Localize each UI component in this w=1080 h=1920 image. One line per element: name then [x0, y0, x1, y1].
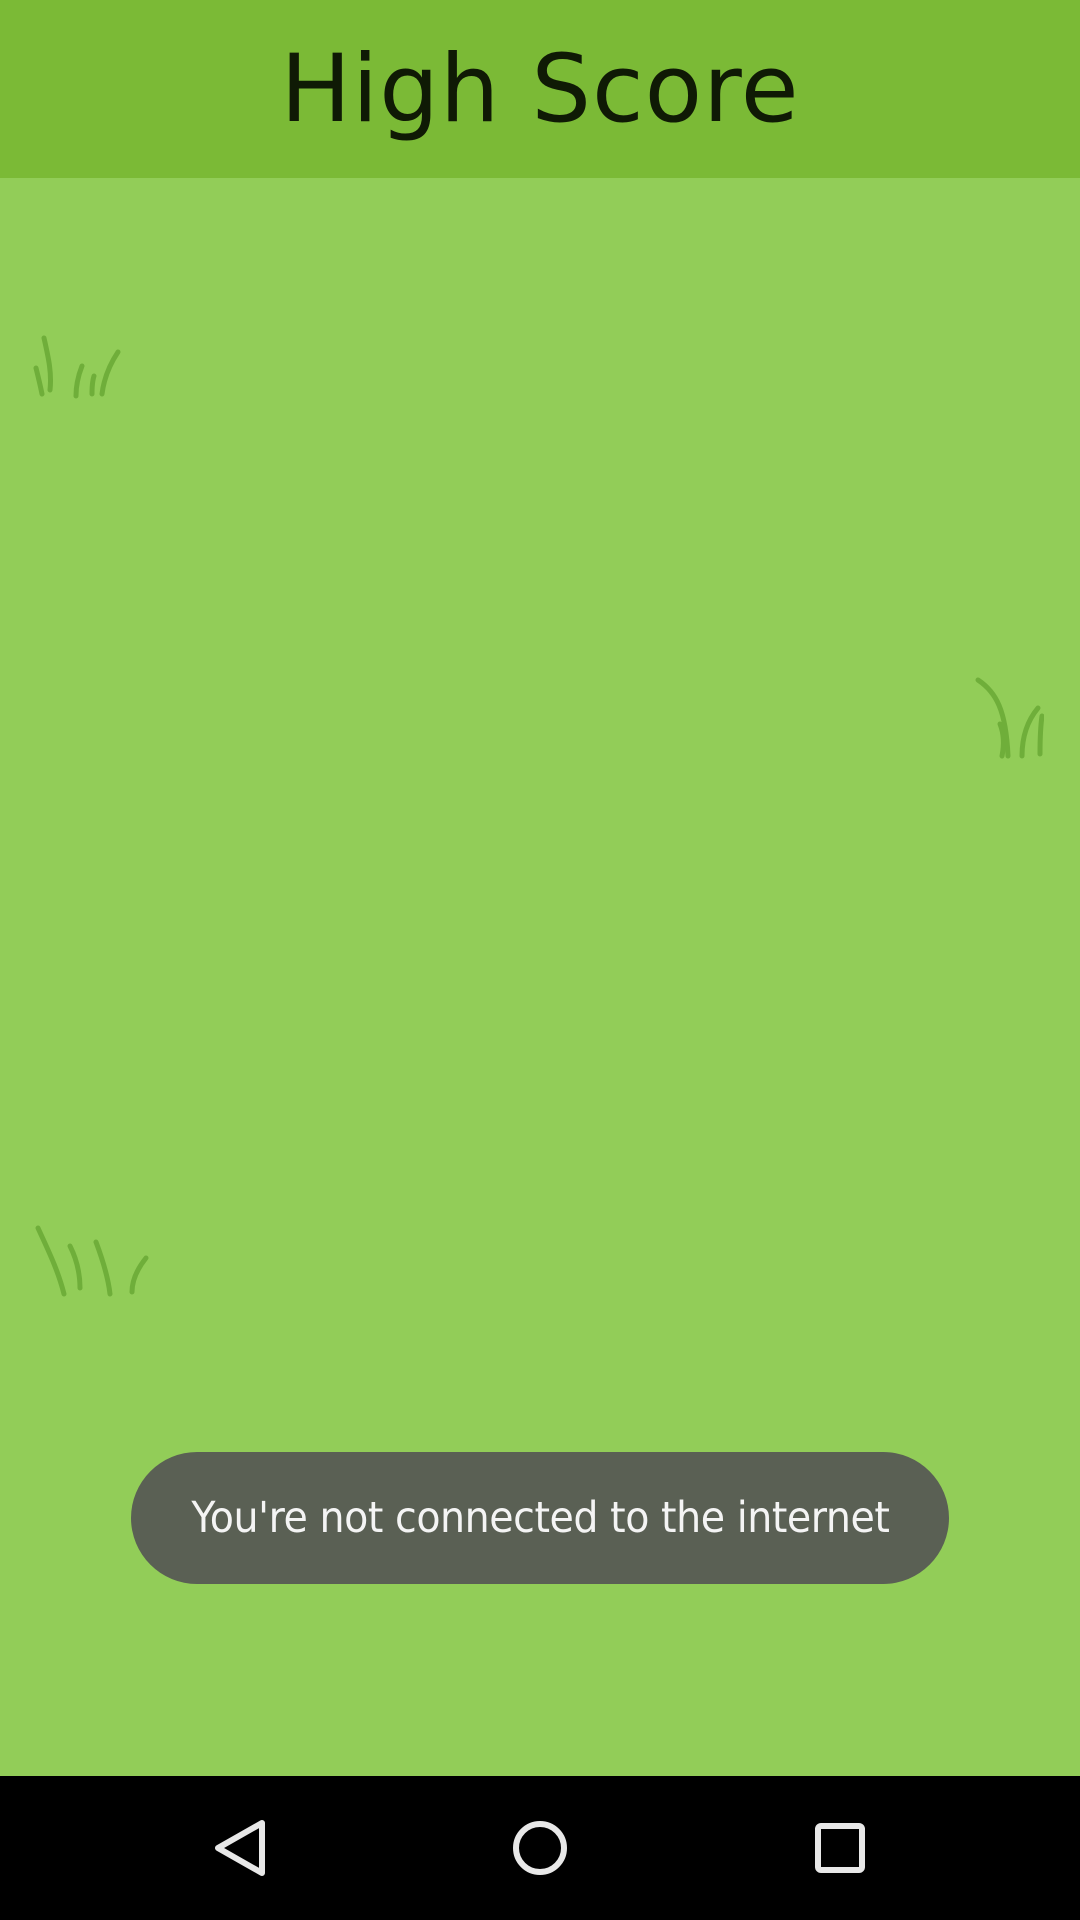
grass-tuft-icon [975, 677, 1044, 759]
home-icon [513, 1821, 567, 1875]
recent-apps-button[interactable] [792, 1800, 888, 1896]
back-icon [215, 1820, 265, 1876]
home-button[interactable] [492, 1800, 588, 1896]
high-score-screen: High Score You're not connected to the i [0, 0, 1080, 1920]
system-navigation-bar [0, 1776, 1080, 1920]
toast-message: You're not connected to the internet [190, 1493, 890, 1543]
back-button[interactable] [192, 1800, 288, 1896]
app-header: High Score [0, 0, 1080, 178]
grass-tuft-icon [35, 1225, 149, 1297]
no-connection-toast: You're not connected to the internet [131, 1452, 949, 1584]
grass-tuft-icon [33, 335, 121, 399]
page-title: High Score [280, 34, 800, 144]
recent-apps-icon [815, 1823, 865, 1873]
